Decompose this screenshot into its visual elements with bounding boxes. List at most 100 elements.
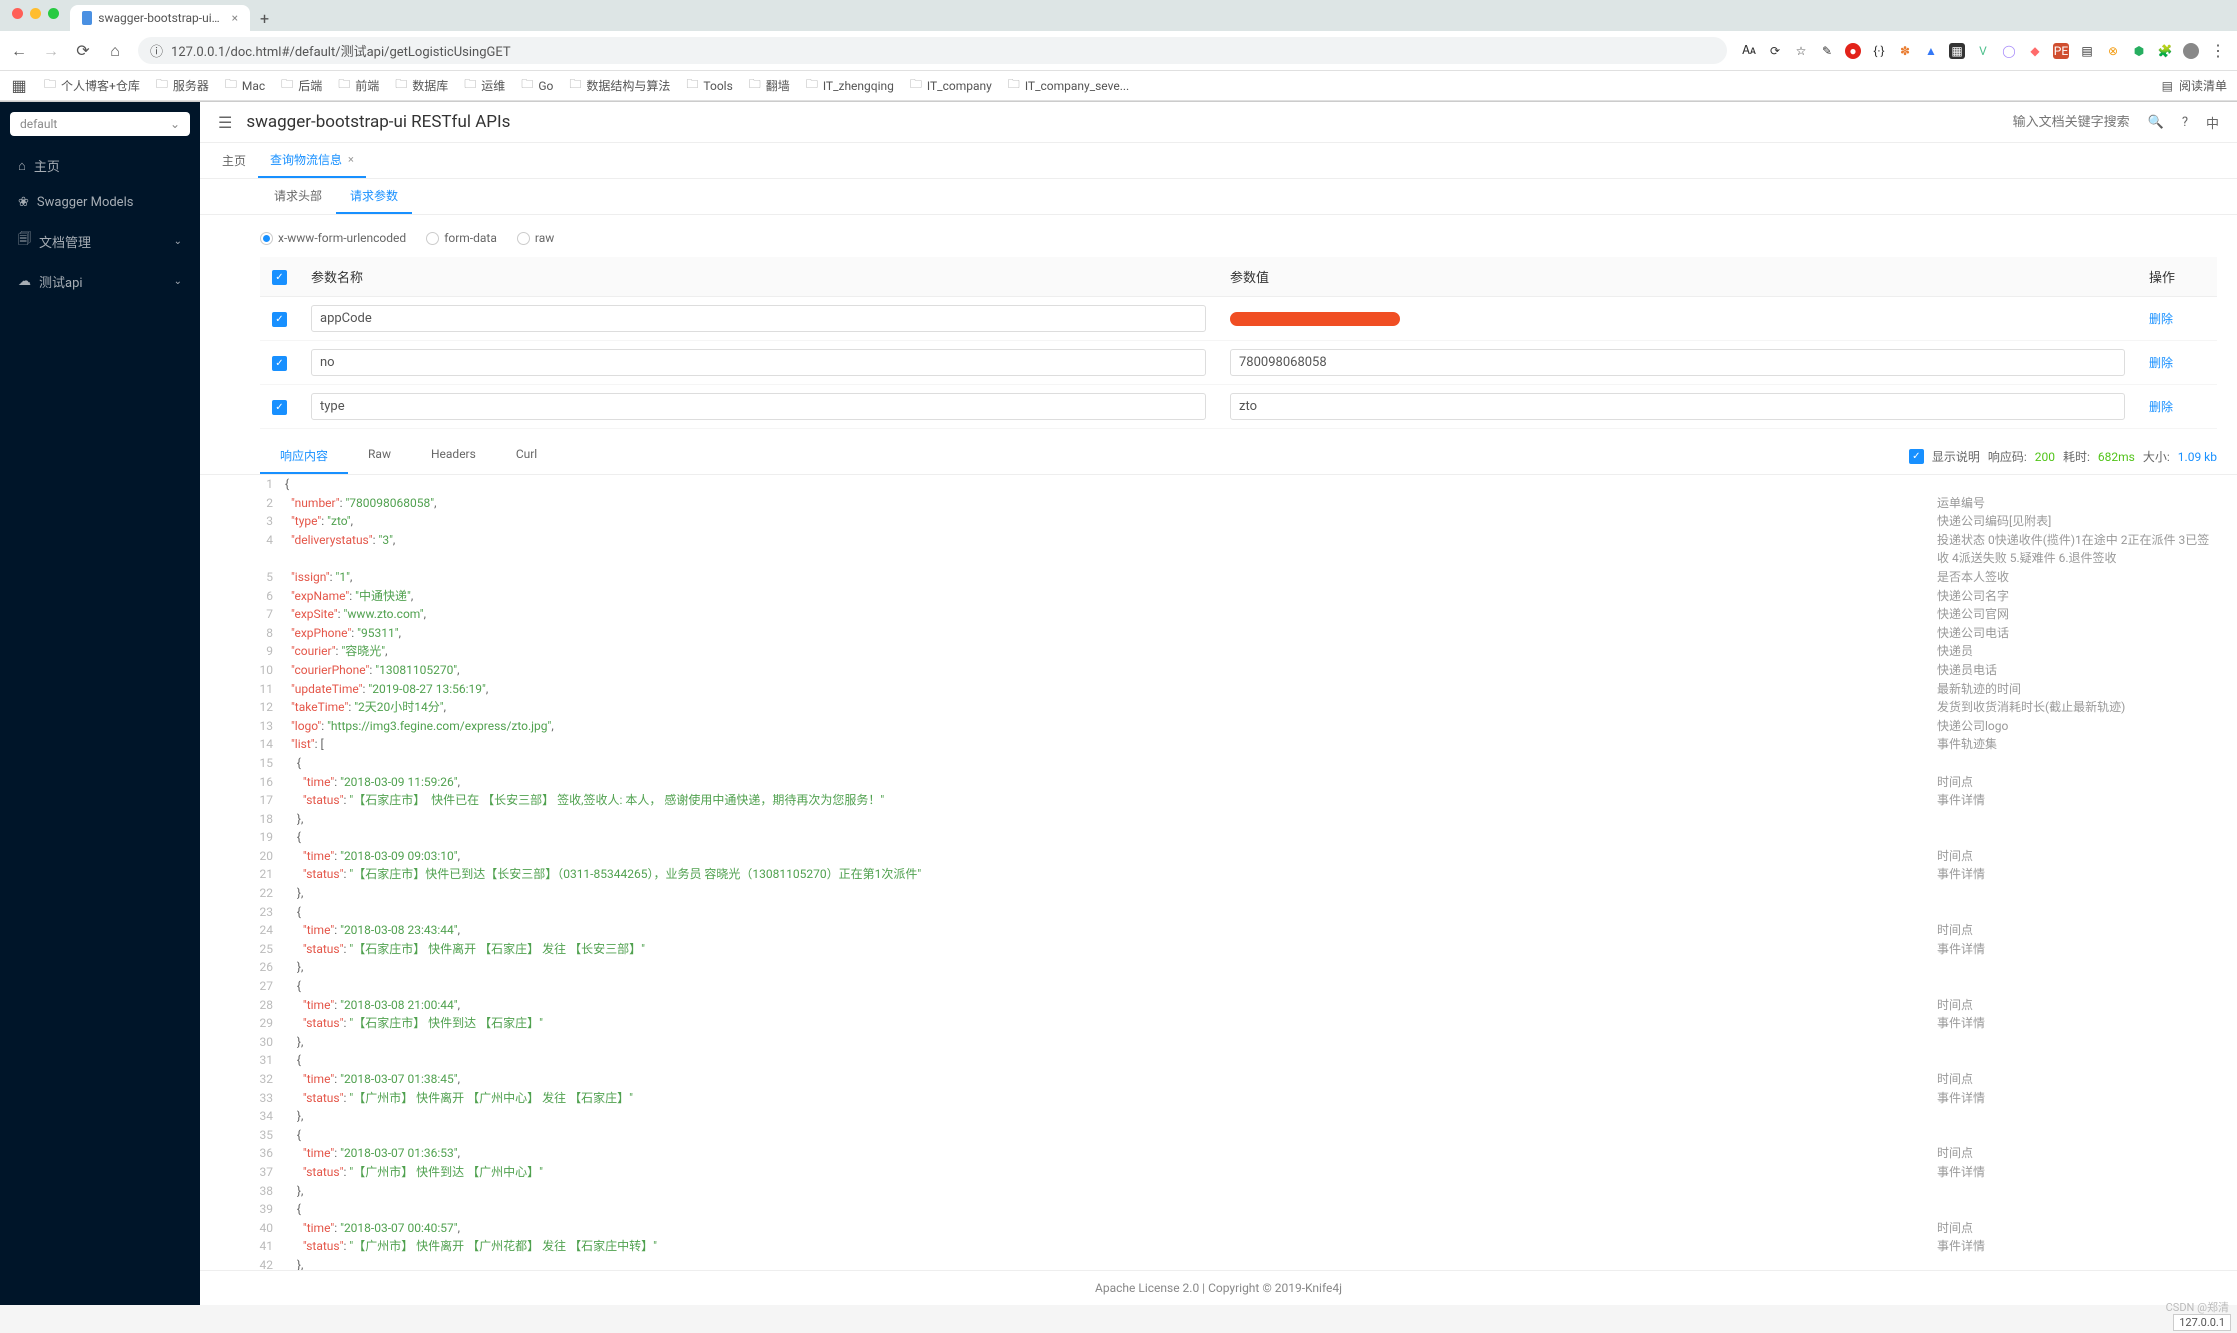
star-icon[interactable]: ☆	[1793, 43, 1809, 59]
bookmark-item[interactable]: 🗀IT_company_seve...	[1008, 75, 1129, 96]
code-line: 10 "courierPhone": "13081105270",快递员电话	[250, 661, 2217, 680]
content-type-radio[interactable]: x-www-form-urlencoded	[260, 231, 406, 245]
nav-home-icon[interactable]: ⌂	[106, 41, 124, 61]
search-icon[interactable]: 🔍	[2148, 115, 2164, 130]
sub-tab[interactable]: 请求参数	[336, 179, 412, 214]
delete-row-button[interactable]: 删除	[2149, 312, 2173, 326]
param-name-input[interactable]	[311, 349, 1206, 376]
page-tab[interactable]: 主页	[210, 143, 258, 178]
ext-icon-6[interactable]: ◯	[2001, 43, 2017, 59]
bookmark-item[interactable]: 🗀后端	[281, 75, 322, 96]
code-line: 19 {	[250, 828, 2217, 847]
doc-search-input[interactable]	[1980, 115, 2130, 130]
site-info-icon[interactable]: ⓘ	[150, 41, 163, 60]
browser-tab[interactable]: swagger-bootstrap-ui RESTful... ×	[70, 5, 250, 31]
tab-close-icon[interactable]: ×	[232, 11, 238, 25]
bookmark-item[interactable]: 🗀数据结构与算法	[569, 75, 670, 96]
ext-icon-9[interactable]: ▤	[2079, 43, 2095, 59]
browser-menu-icon[interactable]: ⋮	[2209, 41, 2227, 60]
page-tab[interactable]: 查询物流信息 ×	[258, 143, 366, 178]
window-maximize[interactable]	[48, 8, 59, 19]
tab-label: 查询物流信息	[270, 151, 342, 168]
response-code-label: 响应码:	[1988, 448, 2027, 465]
folder-icon: 🗀	[910, 75, 922, 96]
ext-icon-adblock[interactable]: ●	[1845, 43, 1861, 59]
param-value-input[interactable]	[1230, 393, 2125, 420]
ext-icon-5[interactable]: ▦	[1949, 43, 1965, 59]
sidebar-toggle-icon[interactable]: ☰	[218, 113, 232, 132]
content-type-radio[interactable]: form-data	[426, 231, 497, 245]
help-icon[interactable]: ?	[2182, 115, 2188, 130]
ext-icon-2[interactable]: {·}	[1871, 43, 1887, 59]
code-line: 1{	[250, 475, 2217, 494]
share-icon[interactable]: ⟳	[1767, 43, 1783, 59]
delete-row-button[interactable]: 删除	[2149, 356, 2173, 370]
ext-icon-1[interactable]: ✎	[1819, 43, 1835, 59]
bookmark-item[interactable]: 🗀翻墙	[749, 75, 790, 96]
param-checkbox[interactable]: ✓	[272, 356, 287, 371]
sidebar-item[interactable]: ⌂主页	[0, 146, 200, 185]
delete-row-button[interactable]: 删除	[2149, 400, 2173, 414]
bookmark-item[interactable]: 🗀个人博客+仓库	[44, 75, 140, 96]
sidebar-item[interactable]: ❀Swagger Models	[0, 185, 200, 220]
tab-close-icon[interactable]: ×	[348, 153, 354, 166]
content-type-radio[interactable]: raw	[517, 231, 554, 245]
ext-icon-vue[interactable]: V	[1975, 43, 1991, 59]
extensions-puzzle-icon[interactable]: 🧩	[2157, 43, 2173, 59]
bookmark-item[interactable]: 🗀运维	[464, 75, 505, 96]
bookmark-item[interactable]: 🗀数据库	[395, 75, 448, 96]
response-tab[interactable]: 响应内容	[260, 439, 348, 474]
tab-label: 主页	[222, 152, 246, 169]
response-tab[interactable]: Headers	[411, 439, 496, 474]
reading-list-button[interactable]: 阅读清单	[2179, 77, 2227, 94]
ext-icon-4[interactable]: ▲	[1923, 43, 1939, 59]
bookmark-item[interactable]: 🗀IT_company	[910, 75, 992, 96]
param-row: ✓ 删除	[260, 341, 2217, 385]
ext-icon-10[interactable]: ⊗	[2105, 43, 2121, 59]
bookmark-item[interactable]: 🗀Go	[521, 75, 553, 96]
show-description-checkbox[interactable]: ✓	[1909, 449, 1924, 464]
sidebar-item[interactable]: 🗐文档管理⌄	[0, 220, 200, 262]
new-tab-button[interactable]: +	[260, 9, 269, 28]
param-value-input[interactable]	[1230, 349, 2125, 376]
ext-icon-3[interactable]: ✽	[1897, 43, 1913, 59]
sidebar-item[interactable]: ☁测试api⌄	[0, 262, 200, 301]
folder-icon: 🗀	[569, 75, 581, 96]
bookmark-item[interactable]: 🗀Mac	[225, 75, 265, 96]
sidebar-item-label: 文档管理	[39, 232, 91, 251]
param-name-input[interactable]	[311, 393, 1206, 420]
bookmark-item[interactable]: 🗀前端	[338, 75, 379, 96]
content-type-radio-group: x-www-form-urlencoded form-data raw	[260, 225, 2217, 257]
folder-icon: 🗀	[281, 75, 293, 96]
translate-icon[interactable]: 🗛	[1741, 43, 1757, 59]
profile-avatar[interactable]	[2183, 43, 2199, 59]
param-value-input[interactable]	[1230, 312, 1400, 326]
lang-toggle[interactable]: 中	[2206, 113, 2219, 132]
response-tab[interactable]: Curl	[496, 439, 557, 474]
ext-icon-11[interactable]: ⬢	[2131, 43, 2147, 59]
check-all[interactable]: ✓	[272, 270, 287, 285]
nav-forward-icon[interactable]: →	[42, 41, 60, 61]
window-minimize[interactable]	[30, 8, 41, 19]
param-checkbox[interactable]: ✓	[272, 400, 287, 415]
param-name-input[interactable]	[311, 305, 1206, 332]
window-close[interactable]	[12, 8, 23, 19]
nav-back-icon[interactable]: ←	[10, 41, 28, 61]
sub-tab[interactable]: 请求头部	[260, 179, 336, 214]
code-line: 39 {	[250, 1200, 2217, 1219]
code-line: 7 "expSite": "www.zto.com",快递公司官网	[250, 605, 2217, 624]
response-json-viewer[interactable]: 1{2 "number": "780098068058",运单编号3 "type…	[200, 475, 2237, 1270]
bookmark-item[interactable]: 🗀服务器	[156, 75, 209, 96]
response-tab[interactable]: Raw	[348, 439, 411, 474]
api-group-selector[interactable]: default ⌄	[10, 112, 190, 136]
code-line: 20 "time": "2018-03-09 09:03:10",时间点	[250, 847, 2217, 866]
param-checkbox[interactable]: ✓	[272, 312, 287, 327]
nav-reload-icon[interactable]: ⟳	[74, 41, 92, 60]
ext-icon-8[interactable]: PE	[2053, 43, 2069, 59]
url-bar[interactable]: ⓘ 127.0.0.1/doc.html#/default/测试api/getL…	[138, 37, 1727, 64]
apps-icon[interactable]: ▦	[10, 76, 28, 95]
response-code-value: 200	[2035, 450, 2055, 464]
bookmark-item[interactable]: 🗀Tools	[686, 75, 732, 96]
ext-icon-7[interactable]: ◆	[2027, 43, 2043, 59]
bookmark-item[interactable]: 🗀IT_zhengqing	[806, 75, 894, 96]
